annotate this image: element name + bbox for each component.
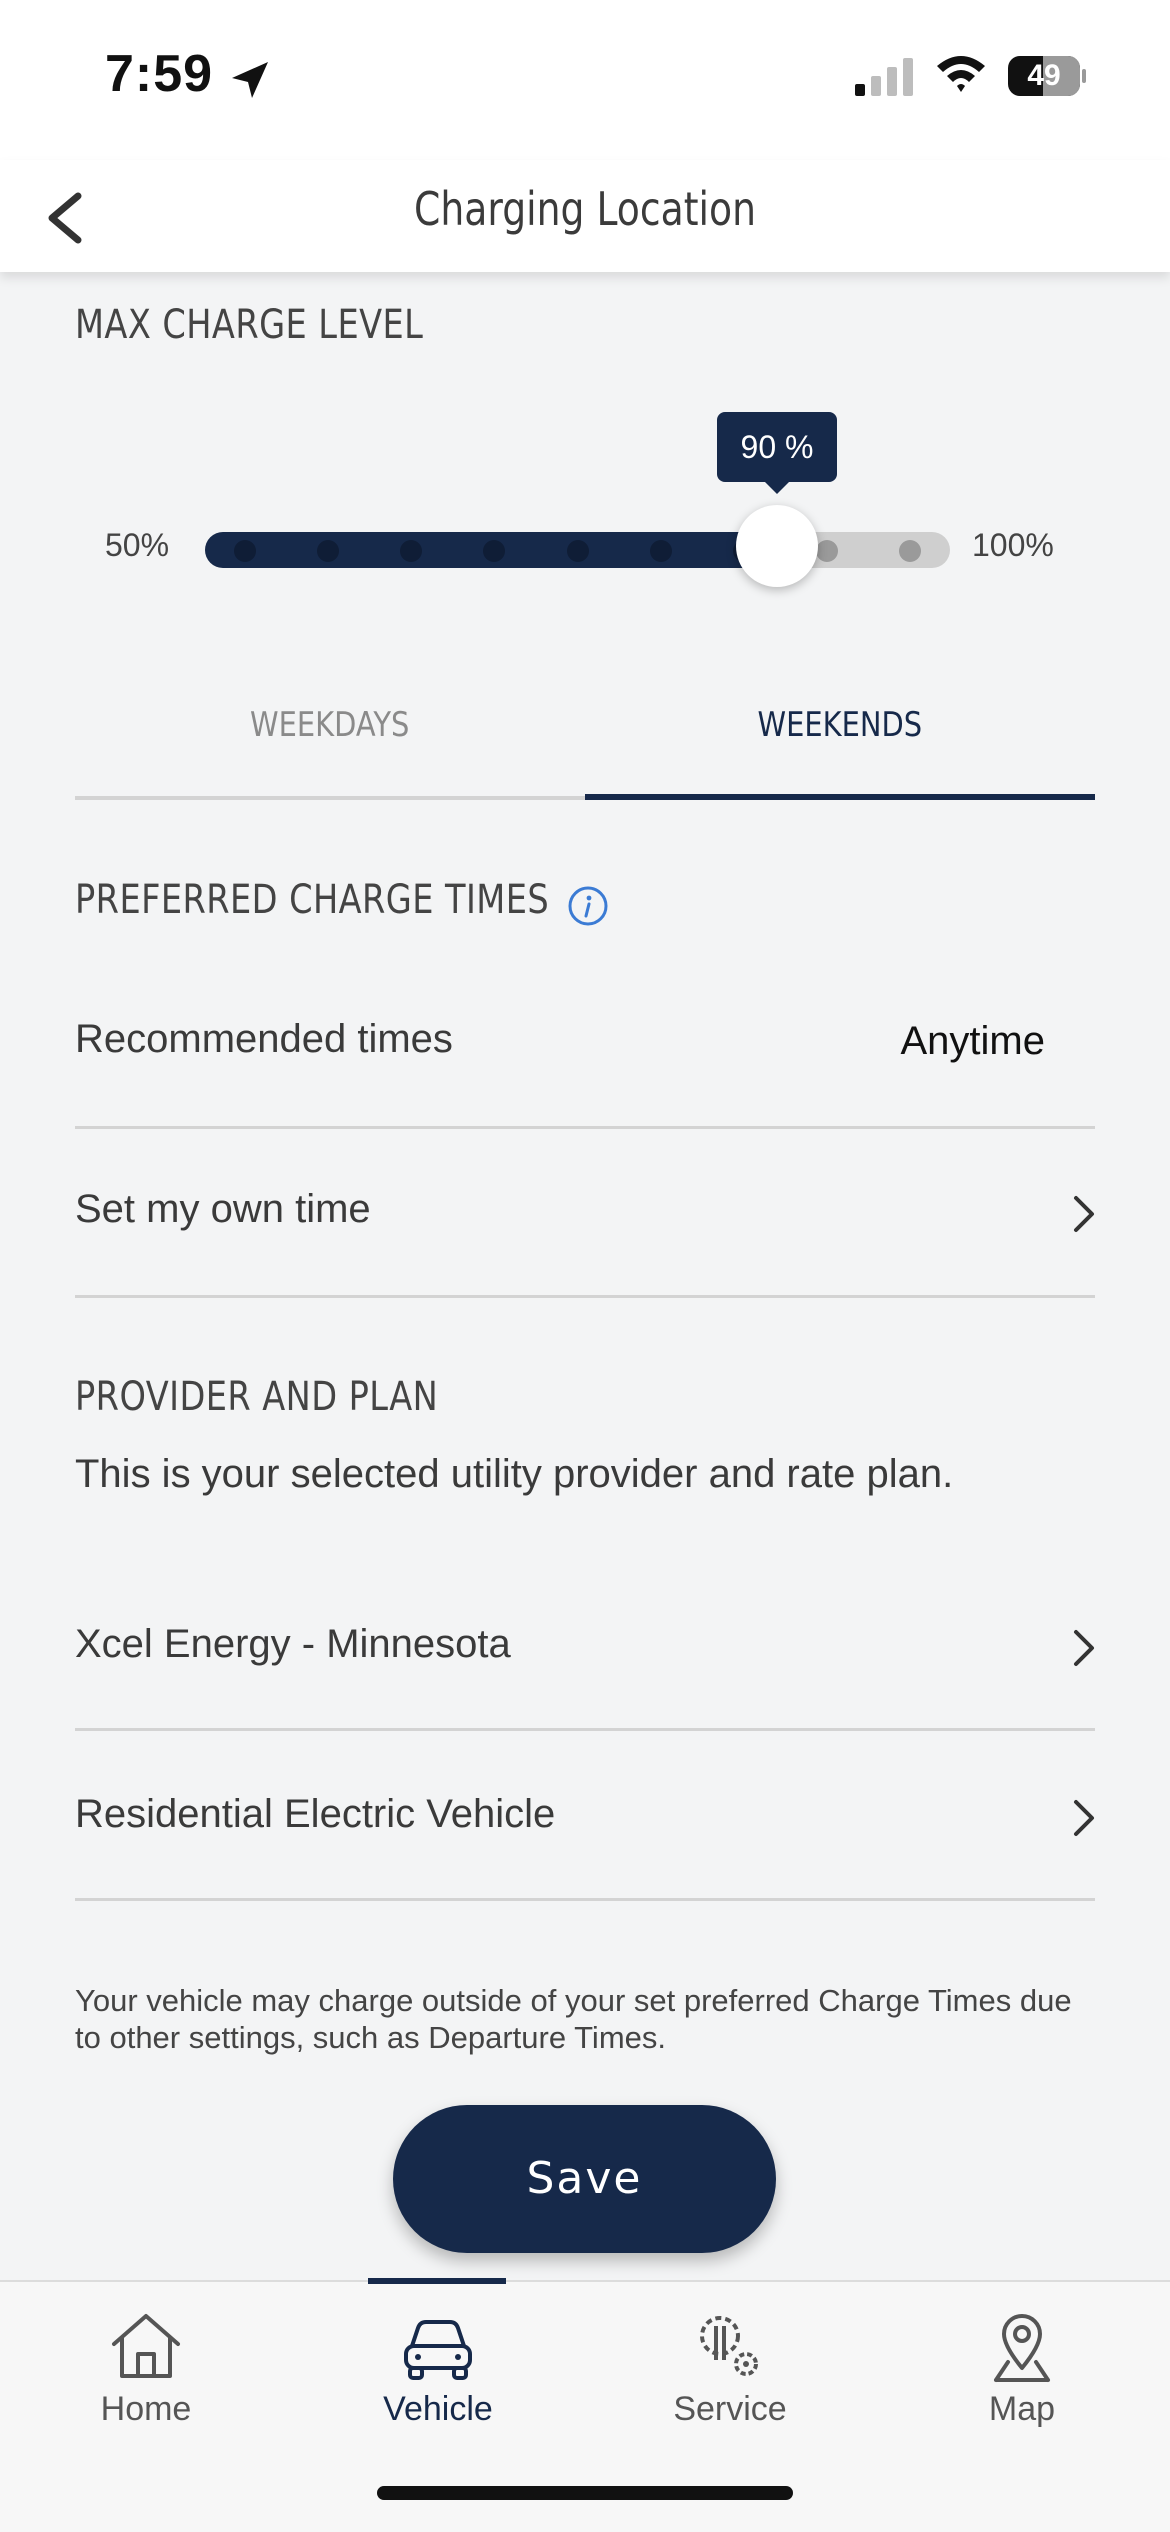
header: Charging Location — [0, 160, 1170, 272]
recommended-times-label[interactable]: Recommended times — [75, 1017, 453, 1062]
service-icon — [700, 2316, 758, 2376]
plan-name[interactable]: Residential Electric Vehicle — [75, 1792, 555, 1837]
nav-label-vehicle: Vehicle — [383, 2390, 493, 2428]
slider-step-dot — [649, 540, 672, 562]
provider-and-plan-label: PROVIDER AND PLAN — [75, 1374, 439, 1420]
disclaimer-text: Your vehicle may charge outside of your … — [75, 1983, 1072, 2055]
charge-level-slider[interactable] — [205, 532, 950, 568]
divider — [75, 1295, 1095, 1298]
nav-label-home: Home — [100, 2390, 192, 2428]
tab-weekdays[interactable]: WEEKDAYS — [75, 705, 585, 745]
wifi-icon — [937, 56, 985, 92]
chevron-right-icon[interactable] — [1068, 1796, 1098, 1840]
vehicle-icon — [404, 2320, 472, 2380]
divider — [75, 1898, 1095, 1901]
max-charge-label: MAX CHARGE LEVEL — [75, 302, 424, 348]
nav-label-service: Service — [673, 2390, 787, 2428]
back-chevron-icon[interactable] — [38, 170, 108, 262]
provider-name[interactable]: Xcel Energy - Minnesota — [75, 1622, 511, 1667]
set-own-time-label[interactable]: Set my own time — [75, 1187, 371, 1232]
slider-step-dot — [566, 540, 589, 562]
tab-weekends[interactable]: WEEKENDS — [585, 705, 1095, 745]
chevron-right-icon[interactable] — [1068, 1626, 1098, 1670]
slider-value-tooltip: 90 % — [717, 412, 837, 482]
nav-item-vehicle[interactable]: Vehicle — [292, 2282, 584, 2432]
battery-level: 49 — [1027, 59, 1061, 92]
provider-description: This is your selected utility provider a… — [75, 1452, 954, 1496]
slider-step-dot — [899, 540, 921, 562]
slider-max-label: 100% — [972, 527, 1054, 563]
nav-label-map: Map — [988, 2390, 1056, 2428]
tab-active-indicator — [585, 794, 1095, 800]
slider-step-dot — [317, 540, 340, 562]
nav-item-home[interactable]: Home — [0, 2282, 292, 2432]
slider-thumb[interactable] — [736, 505, 818, 587]
divider — [75, 1728, 1095, 1731]
battery-icon: 49 — [1008, 56, 1086, 96]
save-button[interactable]: Save — [393, 2105, 776, 2253]
nav-item-service[interactable]: Service — [584, 2282, 876, 2432]
slider-min-label: 50% — [105, 527, 170, 563]
signal-icon — [855, 58, 913, 96]
tab-weekdays-label: WEEKDAYS — [250, 705, 410, 745]
divider — [75, 1126, 1095, 1129]
location-arrow-icon — [232, 62, 268, 98]
tooltip-pointer — [763, 480, 791, 494]
map-pin-icon — [994, 2314, 1050, 2382]
nav-item-map[interactable]: Map — [876, 2282, 1168, 2432]
page-title: Charging Location — [413, 182, 756, 236]
status-bar: 7:59 49 — [0, 0, 1170, 160]
preferred-charge-times-label: PREFERRED CHARGE TIMES — [75, 877, 550, 923]
tab-weekends-label: WEEKENDS — [757, 705, 923, 745]
info-icon[interactable] — [567, 885, 609, 927]
slider-step-dot — [234, 540, 256, 562]
home-icon — [112, 2314, 180, 2378]
chevron-right-icon[interactable] — [1068, 1192, 1098, 1236]
recommended-times-value: Anytime — [900, 1019, 1046, 1063]
home-indicator — [377, 2486, 793, 2500]
slider-step-dot — [815, 540, 838, 562]
status-time: 7:59 — [105, 45, 214, 103]
